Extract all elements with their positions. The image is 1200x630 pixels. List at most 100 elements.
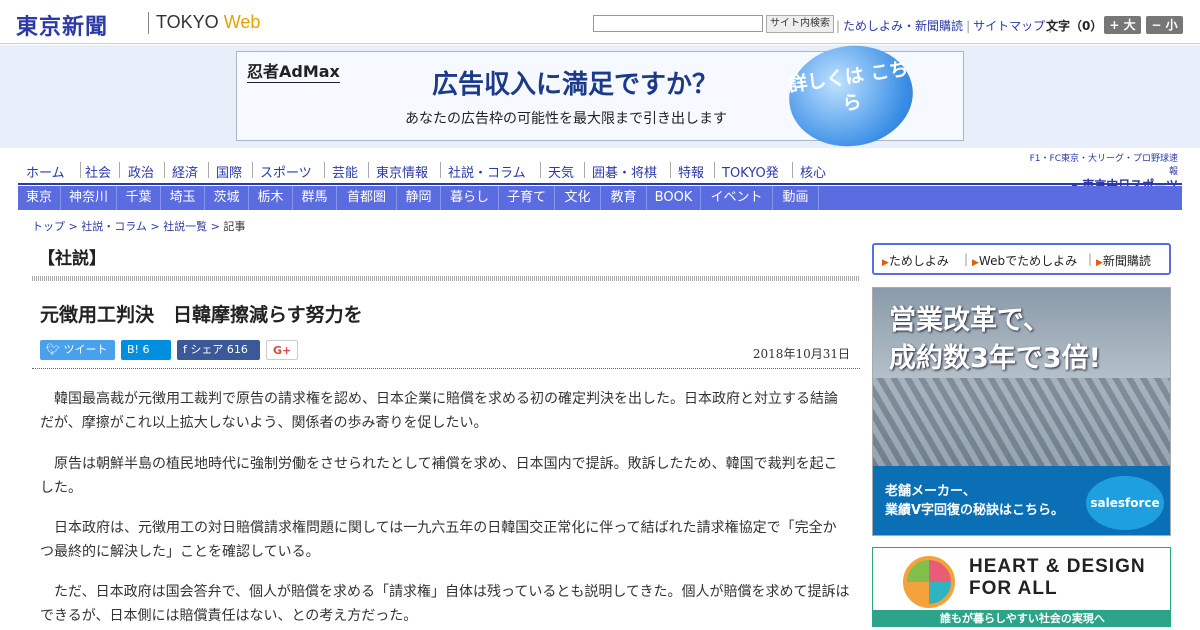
breadcrumb-editorial-list[interactable]: 社説一覧	[163, 220, 207, 233]
article-paragraph: 日本政府は、元徴用工の対日賠償請求権問題に関しては一九六五年の日韓国交正常化に伴…	[40, 520, 837, 560]
nav-divider	[324, 162, 325, 178]
headline-line1: 営業改革で、	[889, 305, 1050, 336]
salesforce-ad-footer: 老舗メーカー、 業績V字回復の秘訣はこちら。 salesforce	[873, 466, 1170, 535]
nav-editorial-column[interactable]: 社説・コラム	[448, 162, 526, 181]
font-size-label: 文字（0）	[1046, 19, 1103, 33]
nav-divider	[440, 162, 441, 178]
nav-sports[interactable]: スポーツ	[260, 162, 312, 181]
title-line2: FOR ALL	[969, 578, 1058, 599]
nav-divider	[670, 162, 671, 178]
salesforce-cloud-logo: salesforce	[1086, 476, 1164, 530]
trial-link-label: ためしよみ	[888, 254, 949, 268]
local-nav-video[interactable]: 動画	[773, 186, 819, 210]
nav-politics[interactable]: 政治	[128, 162, 154, 181]
nav-tokyo-hatsu[interactable]: TOKYO発	[722, 162, 779, 181]
local-nav-living[interactable]: 暮らし	[441, 186, 499, 210]
article-date: 2018年10月31日	[752, 347, 850, 361]
ad-subtext: あなたの広告枠の可能性を最大限まで引き出します	[405, 111, 727, 127]
nav-divider	[208, 162, 209, 178]
ad-brand: 忍者AdMax	[247, 58, 340, 83]
local-nav: 東京 神奈川 千葉 埼玉 茨城 栃木 群馬 首都圏 静岡 暮らし 子育て 文化 …	[18, 186, 1182, 210]
subscribe-link-label: 新聞購読	[1102, 254, 1151, 268]
top-ad-zone: 忍者AdMax 広告収入に満足ですか？ あなたの広告枠の可能性を最大限まで引き出…	[0, 37, 1200, 155]
local-nav-chiba[interactable]: 千葉	[117, 186, 161, 210]
search-input[interactable]	[593, 15, 763, 32]
breadcrumb-editorial-column[interactable]: 社説・コラム	[81, 220, 147, 233]
heart-design-emblem-icon	[903, 556, 955, 608]
nav-society[interactable]: 社会	[85, 162, 111, 181]
tokyo-web-logo[interactable]: TOKYO Web	[156, 12, 260, 33]
local-nav-education[interactable]: 教育	[601, 186, 647, 210]
subscribe-link[interactable]: ▶新聞購読	[1096, 252, 1151, 269]
nav-weather[interactable]: 天気	[548, 162, 574, 181]
arrow-right-icon: ▶	[972, 258, 979, 268]
tweet-button[interactable]: 🐦︎ ツイート	[40, 340, 115, 360]
local-nav-saitama[interactable]: 埼玉	[161, 186, 205, 210]
article-paragraph: 韓国最高裁が元徴用工裁判で原告の請求権を認め、日本企業に賠償を求める初の確定判決…	[40, 391, 838, 431]
nav-international[interactable]: 国際	[216, 162, 242, 181]
nav-divider	[80, 162, 81, 178]
trial-link[interactable]: ▶ためしよみ	[882, 252, 949, 269]
nav-special-report[interactable]: 特報	[678, 162, 704, 181]
local-nav-ibaraki[interactable]: 茨城	[205, 186, 249, 210]
arrow-right-icon: ▶	[882, 258, 889, 268]
top-links: | ためしよみ・新聞購読 | サイトマップ |	[836, 17, 1052, 34]
local-nav-tochigi[interactable]: 栃木	[249, 186, 293, 210]
subscription-links-box: ▶ためしよみ | ▶Webでためしよみ | ▶新聞購読	[872, 243, 1171, 275]
salesforce-ad[interactable]: 営業改革で、 成約数3年で3倍! 老舗メーカー、 業績V字回復の秘訣はこちら。 sa…	[872, 287, 1171, 536]
site-search-button[interactable]: サイト内検索	[766, 15, 834, 33]
local-nav-shizuoka[interactable]: 静岡	[397, 186, 441, 210]
article-headline: 元徴用工判決 日韓摩擦減らす努力を	[40, 304, 363, 326]
breadcrumb: トップ > 社説・コラム > 社説一覧 > 記事	[32, 218, 245, 234]
breadcrumb-top[interactable]: トップ	[32, 220, 65, 233]
hatena-bookmark-button[interactable]: B! 6	[121, 340, 171, 360]
local-nav-parenting[interactable]: 子育て	[499, 186, 555, 210]
google-plus-button[interactable]: G+	[266, 340, 298, 360]
font-larger-button[interactable]: + 大	[1104, 16, 1141, 34]
ad-cta-bubble[interactable]: 詳しくは こちら	[782, 37, 920, 155]
tokyo-text: TOKYO	[156, 12, 224, 32]
site-logo[interactable]: 東京新聞	[16, 9, 108, 41]
breadcrumb-sep: >	[65, 220, 82, 233]
top-bar: 東京新聞 TOKYO Web サイト内検索 | ためしよみ・新聞購読 | サイトマップ…	[0, 0, 1200, 44]
hatena-label: B! 6	[127, 343, 150, 356]
nav-entertainment[interactable]: 芸能	[332, 162, 358, 181]
nav-home[interactable]: ホーム	[26, 162, 65, 181]
heart-design-ad[interactable]: HEART & DESIGN FOR ALL 誰もが暮らしやすい社会の実現へ	[872, 547, 1171, 627]
web-trial-link[interactable]: ▶Webでためしよみ	[972, 252, 1077, 269]
copy-line1: 老舗メーカー、	[885, 484, 976, 499]
local-nav-book[interactable]: BOOK	[647, 186, 701, 210]
article-paragraph: ただ、日本政府は国会答弁で、個人が賠償を求める「請求権」自体は残っているとも説明…	[40, 584, 850, 624]
nav-divider	[714, 162, 715, 178]
breadcrumb-sep: >	[207, 220, 224, 233]
local-nav-event[interactable]: イベント	[701, 186, 773, 210]
twitter-bird-icon: 🐦︎	[46, 343, 60, 356]
trial-subscribe-link[interactable]: ためしよみ・新聞購読	[840, 19, 966, 33]
web-text: Web	[223, 12, 261, 32]
salesforce-ad-headline: 営業改革で、 成約数3年で3倍!	[889, 302, 1101, 378]
side-link-divider: |	[1088, 252, 1093, 266]
sitemap-link[interactable]: サイトマップ	[970, 19, 1048, 33]
facebook-share-button[interactable]: f シェア 616	[177, 340, 260, 360]
local-nav-kanagawa[interactable]: 神奈川	[61, 186, 117, 210]
local-nav-culture[interactable]: 文化	[555, 186, 601, 210]
logo-divider	[148, 12, 149, 34]
article-rule	[32, 368, 860, 369]
conveyor-image	[873, 378, 1170, 468]
side-link-divider: |	[964, 252, 969, 266]
nav-tokyo-info[interactable]: 東京情報	[376, 162, 428, 181]
font-smaller-button[interactable]: − 小	[1146, 16, 1183, 34]
nav-divider	[368, 162, 369, 178]
nav-economy[interactable]: 経済	[172, 162, 198, 181]
local-nav-tokyo[interactable]: 東京	[18, 186, 61, 210]
arrow-right-icon: ▶	[1096, 258, 1103, 268]
global-nav: ホーム 社会 政治 経済 国際 スポーツ 芸能 東京情報 社説・コラム 天気 囲…	[18, 156, 1182, 185]
nav-go-shogi[interactable]: 囲碁・将棋	[592, 162, 657, 181]
local-nav-shutoken[interactable]: 首都圏	[337, 186, 397, 210]
local-nav-gunma[interactable]: 群馬	[293, 186, 337, 210]
nav-core[interactable]: 核心	[800, 162, 826, 181]
breadcrumb-sep: >	[146, 220, 164, 233]
nav-divider	[792, 162, 793, 178]
facebook-label: f シェア 616	[183, 343, 248, 356]
admax-banner-ad[interactable]: 忍者AdMax 広告収入に満足ですか？ あなたの広告枠の可能性を最大限まで引き出…	[236, 37, 964, 155]
